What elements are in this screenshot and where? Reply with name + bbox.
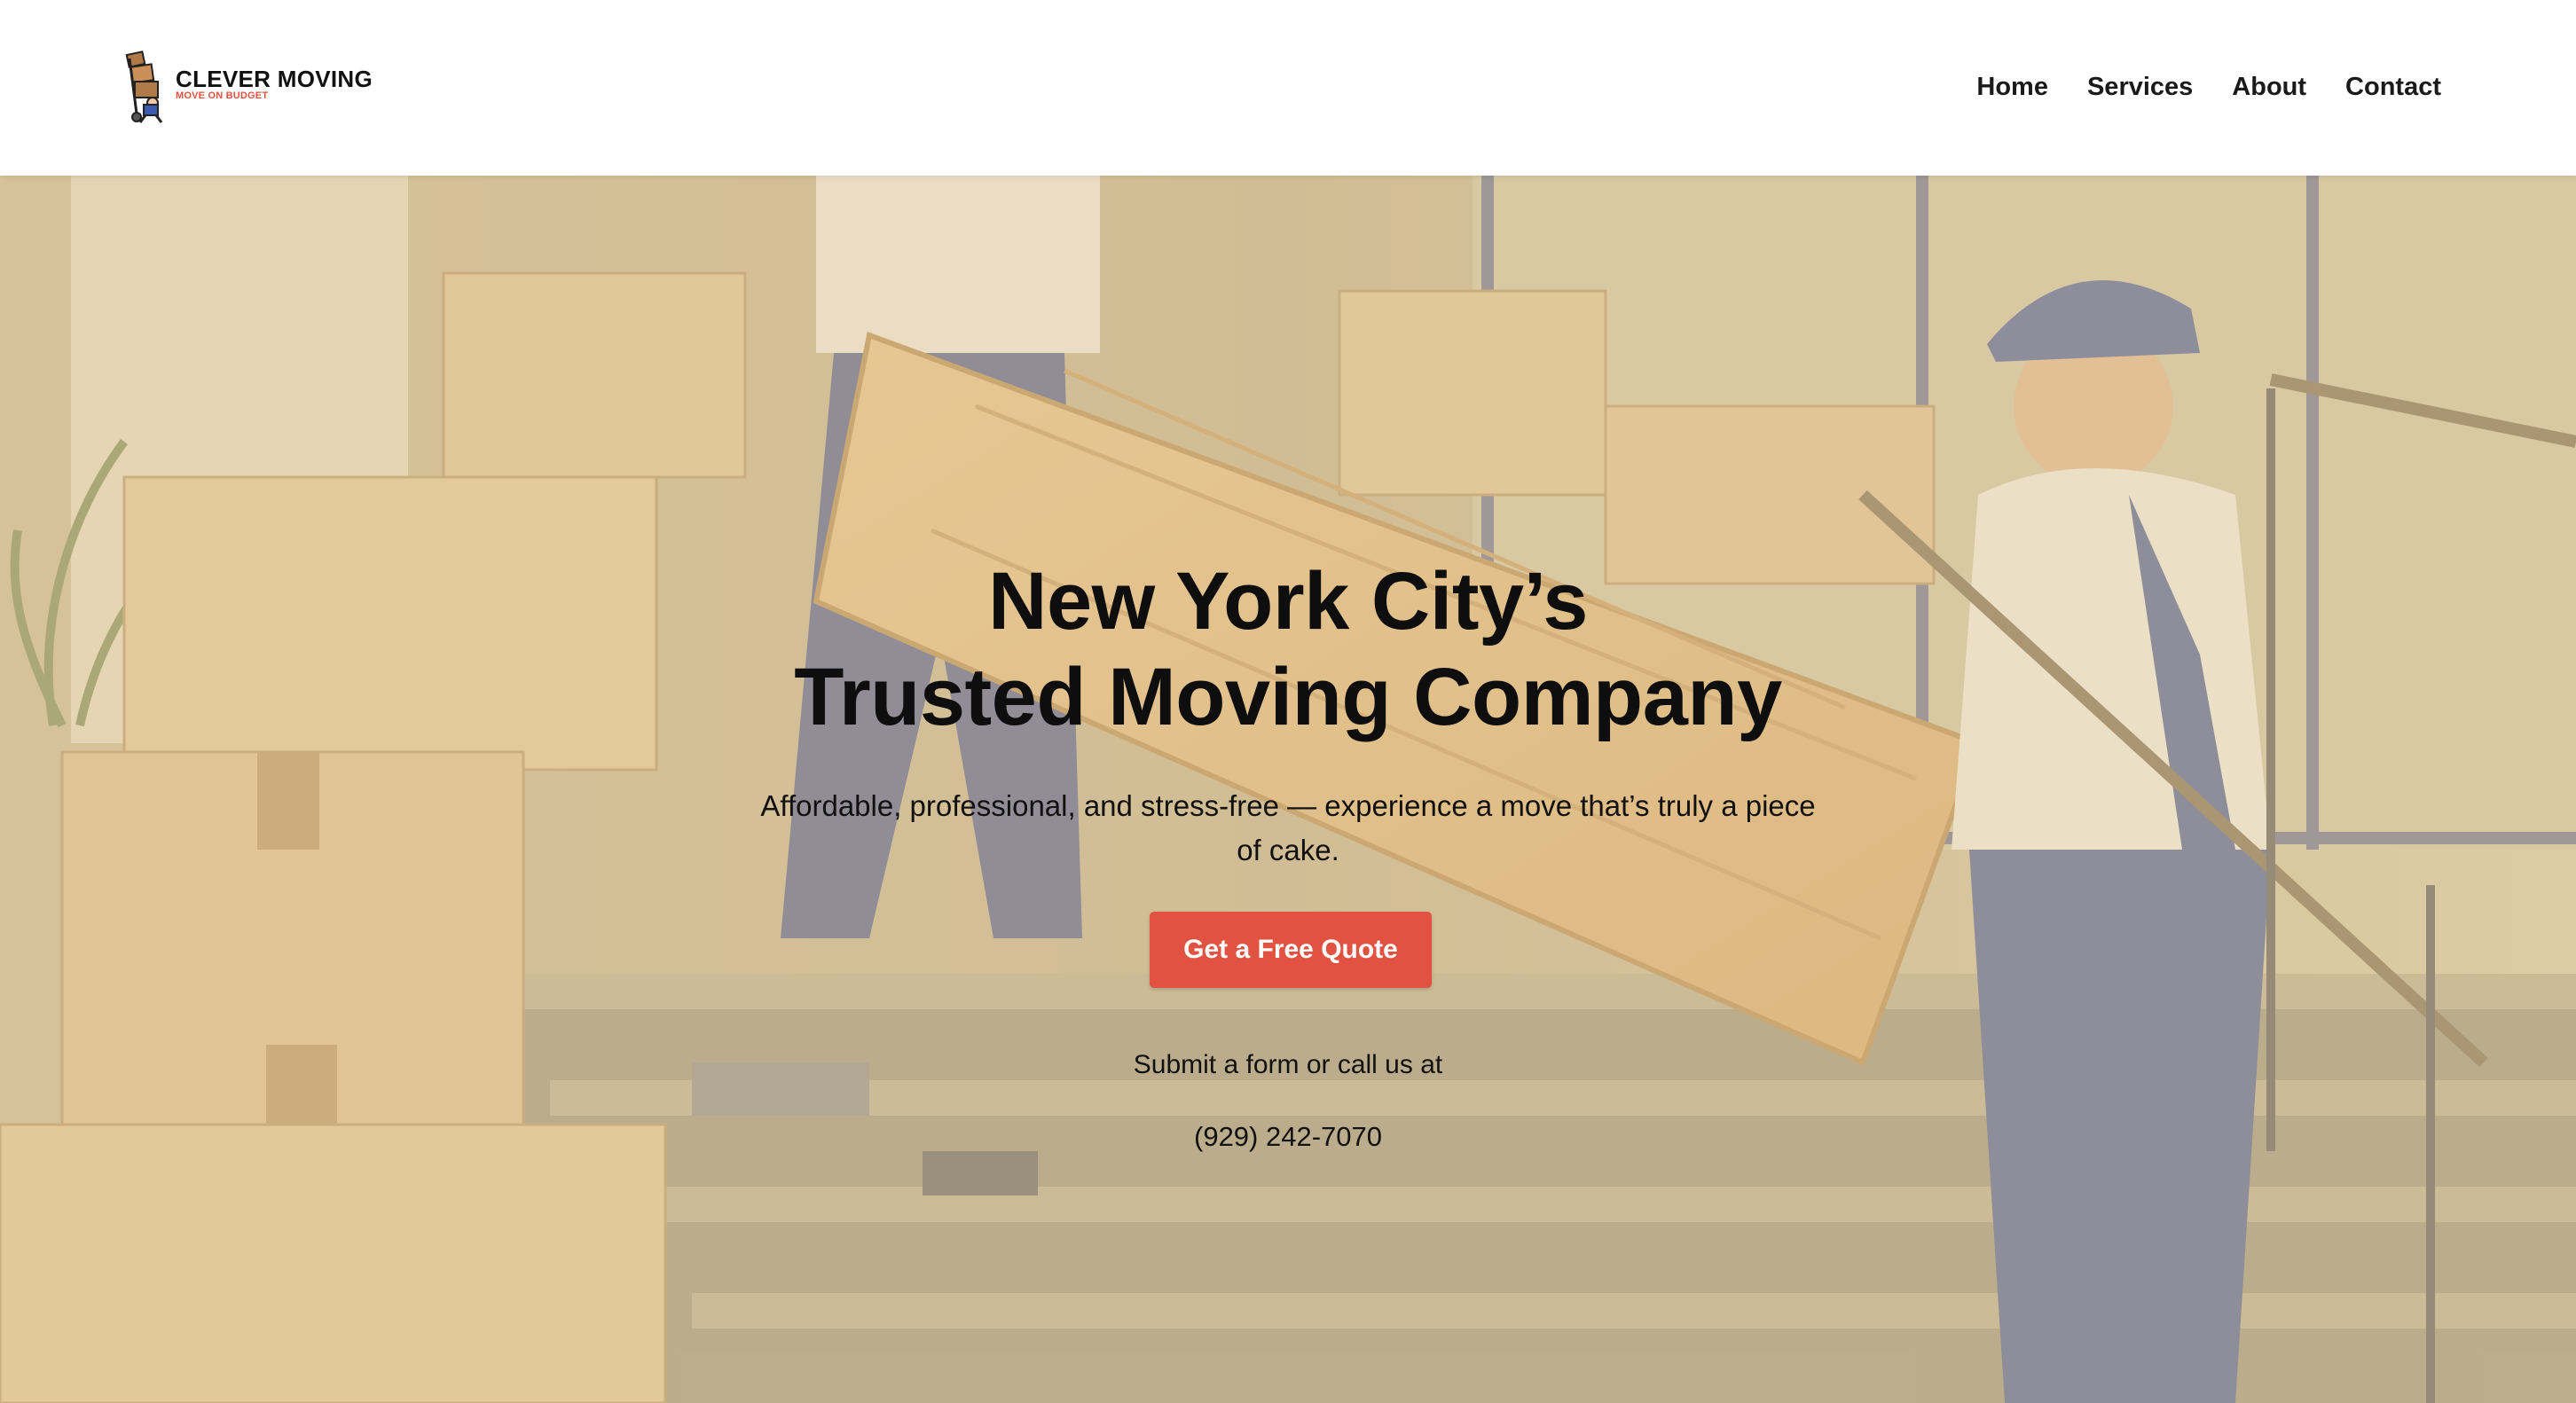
logo-mover-icon <box>125 51 163 123</box>
hero-content: New York City’s Trusted Moving Company A… <box>0 176 2576 1403</box>
logo[interactable]: CLEVER MOVING MOVE ON BUDGET <box>112 50 378 124</box>
hero-title: New York City’s Trusted Moving Company <box>578 553 1998 745</box>
phone-number-link[interactable]: (929) 242-7070 <box>933 1121 1643 1153</box>
get-free-quote-button[interactable]: Get a Free Quote <box>1150 912 1432 988</box>
nav-home[interactable]: Home <box>1976 69 2048 105</box>
hero-title-line-1: New York City’s <box>988 556 1588 647</box>
hero-section: New York City’s Trusted Moving Company A… <box>0 176 2576 1403</box>
hero-title-line-2: Trusted Moving Company <box>794 652 1782 742</box>
site-header: CLEVER MOVING MOVE ON BUDGET Home Servic… <box>0 0 2576 176</box>
logo-name: CLEVER MOVING <box>176 66 373 92</box>
main-nav: Home Services About Contact <box>1976 69 2441 105</box>
hero-subtitle: Affordable, professional, and stress-fre… <box>760 789 1816 866</box>
nav-contact[interactable]: Contact <box>2345 69 2441 105</box>
call-prompt-text: Submit a form or call us at <box>1133 1050 1443 1079</box>
logo-tagline: MOVE ON BUDGET <box>176 90 269 101</box>
nav-services[interactable]: Services <box>2087 69 2193 105</box>
nav-about[interactable]: About <box>2232 69 2306 105</box>
